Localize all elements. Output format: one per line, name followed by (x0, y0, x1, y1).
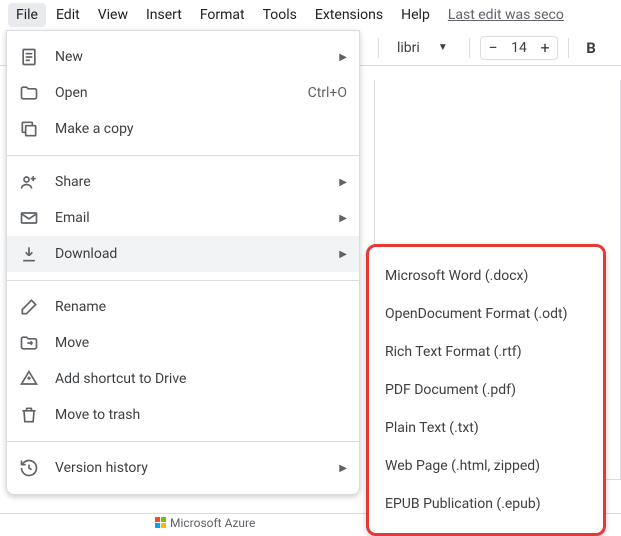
menu-item-add-shortcut[interactable]: Add shortcut to Drive (7, 361, 359, 397)
submenu-arrow-icon: ▶ (339, 52, 347, 63)
email-icon (19, 208, 39, 228)
menu-shortcut: Ctrl+O (308, 85, 347, 101)
menu-file[interactable]: File (8, 3, 46, 27)
menu-item-share[interactable]: Share ▶ (7, 164, 359, 200)
font-name: libri (397, 40, 420, 56)
chevron-down-icon: ▼ (438, 42, 448, 53)
menu-label: Download (55, 246, 331, 262)
menu-item-rename[interactable]: Rename (7, 289, 359, 325)
file-dropdown: New ▶ Open Ctrl+O Make a copy Share ▶ Em… (6, 30, 360, 495)
menu-label: Add shortcut to Drive (55, 371, 347, 387)
menu-label: Rename (55, 299, 347, 315)
menu-label: Version history (55, 460, 331, 476)
rename-icon (19, 297, 39, 317)
toolbar-divider (378, 38, 379, 58)
menu-label: Move to trash (55, 407, 347, 423)
toolbar-divider (469, 38, 470, 58)
folder-icon (19, 83, 39, 103)
menu-label: New (55, 49, 331, 65)
download-txt[interactable]: Plain Text (.txt) (369, 409, 603, 447)
menu-insert[interactable]: Insert (138, 3, 190, 27)
copy-icon (19, 119, 39, 139)
download-odt[interactable]: OpenDocument Format (.odt) (369, 295, 603, 333)
menu-item-version-history[interactable]: Version history ▶ (7, 450, 359, 486)
bold-button[interactable]: B (579, 39, 603, 57)
menu-extensions[interactable]: Extensions (307, 3, 391, 27)
menu-format[interactable]: Format (192, 3, 253, 27)
font-size-value[interactable]: 14 (505, 40, 533, 56)
menubar: File Edit View Insert Format Tools Exten… (0, 0, 621, 30)
menu-item-move-trash[interactable]: Move to trash (7, 397, 359, 433)
submenu-arrow-icon: ▶ (339, 249, 347, 260)
menu-edit[interactable]: Edit (48, 3, 88, 27)
microsoft-logo-icon (155, 517, 166, 528)
download-html[interactable]: Web Page (.html, zipped) (369, 447, 603, 485)
submenu-arrow-icon: ▶ (339, 213, 347, 224)
menu-item-email[interactable]: Email ▶ (7, 200, 359, 236)
menu-item-move[interactable]: Move (7, 325, 359, 361)
download-rtf[interactable]: Rich Text Format (.rtf) (369, 333, 603, 371)
menu-tools[interactable]: Tools (255, 3, 305, 27)
menu-item-download[interactable]: Download ▶ (7, 236, 359, 272)
font-size-group: − 14 + (480, 36, 558, 60)
menu-label: Email (55, 210, 331, 226)
menu-label: Make a copy (55, 121, 347, 137)
move-icon (19, 333, 39, 353)
font-size-increase[interactable]: + (533, 36, 557, 60)
menu-label: Open (55, 85, 308, 101)
submenu-arrow-icon: ▶ (339, 463, 347, 474)
menu-separator (7, 280, 359, 281)
menu-view[interactable]: View (90, 3, 136, 27)
menu-item-new[interactable]: New ▶ (7, 39, 359, 75)
menu-item-make-copy[interactable]: Make a copy (7, 111, 359, 147)
toolbar-divider (568, 38, 569, 58)
drive-shortcut-icon (19, 369, 39, 389)
menu-help[interactable]: Help (393, 3, 438, 27)
menu-separator (7, 155, 359, 156)
submenu-arrow-icon: ▶ (339, 177, 347, 188)
menu-item-open[interactable]: Open Ctrl+O (7, 75, 359, 111)
download-docx[interactable]: Microsoft Word (.docx) (369, 257, 603, 295)
document-icon (19, 47, 39, 67)
font-selector[interactable]: libri ▼ (389, 36, 459, 60)
menu-label: Share (55, 174, 331, 190)
download-icon (19, 244, 39, 264)
share-icon (19, 172, 39, 192)
menu-separator (7, 441, 359, 442)
trash-icon (19, 405, 39, 425)
azure-label: Microsoft Azure (170, 516, 255, 530)
microsoft-azure-logo: Microsoft Azure (155, 516, 255, 530)
download-epub[interactable]: EPUB Publication (.epub) (369, 485, 603, 523)
last-edit-status[interactable]: Last edit was seco (448, 7, 564, 23)
download-pdf[interactable]: PDF Document (.pdf) (369, 371, 603, 409)
menu-label: Move (55, 335, 347, 351)
history-icon (19, 458, 39, 478)
font-size-decrease[interactable]: − (481, 36, 505, 60)
download-submenu: Microsoft Word (.docx) OpenDocument Form… (366, 244, 606, 536)
